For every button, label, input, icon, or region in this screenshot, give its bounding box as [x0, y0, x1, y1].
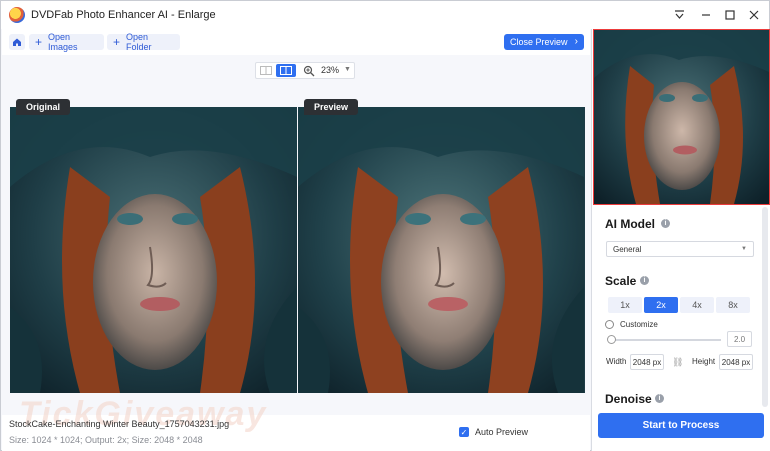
info-icon[interactable]: i: [640, 276, 649, 285]
app-logo-icon: [9, 7, 25, 23]
home-icon: [13, 38, 21, 46]
scale-option-8x[interactable]: 8x: [716, 297, 750, 313]
home-button[interactable]: [9, 34, 25, 50]
plus-icon: +: [113, 35, 121, 49]
split-view-button[interactable]: [257, 64, 275, 77]
width-label: Width: [606, 357, 627, 366]
height-label: Height: [692, 357, 716, 366]
toolbar: + Open Images + Open Folder: [2, 29, 590, 55]
auto-preview-checkbox[interactable]: ✓: [459, 427, 469, 437]
panel-scrollbar[interactable]: [762, 207, 768, 407]
ai-model-value: General: [613, 245, 642, 254]
open-images-button[interactable]: + Open Images: [29, 32, 104, 52]
scale-option-1x[interactable]: 1x: [608, 297, 642, 313]
side-by-side-icon: [280, 66, 292, 75]
plus-icon: +: [35, 35, 43, 49]
info-icon[interactable]: i: [655, 394, 664, 403]
file-details: Size: 1024 * 1024; Output: 2x; Size: 204…: [9, 435, 203, 445]
scale-title: Scale: [605, 274, 637, 288]
chevron-down-icon[interactable]: ▼: [344, 66, 351, 73]
side-by-side-view-button[interactable]: [276, 64, 296, 77]
title-bar: DVDFab Photo Enhancer AI - Enlarge: [1, 1, 769, 29]
menu-icon[interactable]: [671, 7, 687, 23]
view-controls: 23% ▼: [255, 62, 355, 79]
custom-scale-input[interactable]: 2.0: [727, 331, 752, 347]
close-icon[interactable]: [746, 7, 762, 23]
zoom-icon[interactable]: [303, 64, 316, 77]
scale-slider-track[interactable]: [609, 339, 721, 341]
height-input[interactable]: 2048 px: [719, 354, 753, 370]
window-title: DVDFab Photo Enhancer AI - Enlarge: [31, 9, 216, 21]
link-icon[interactable]: ⛓: [672, 357, 683, 368]
open-folder-button[interactable]: + Open Folder: [107, 32, 180, 52]
original-label: Original: [16, 99, 71, 115]
customize-radio[interactable]: [605, 320, 614, 329]
thumbnail-preview[interactable]: [593, 29, 770, 205]
customize-label: Customize: [620, 320, 658, 329]
close-preview-button[interactable]: Close Preview ›: [504, 34, 584, 50]
preview-image: [298, 107, 585, 393]
chevron-right-icon: ›: [574, 36, 578, 47]
minimize-icon[interactable]: [698, 7, 714, 23]
file-name: StockCake-Enchanting Winter Beauty_17570…: [9, 419, 230, 429]
denoise-title: Denoise: [605, 392, 652, 406]
open-images-label: Open Images: [48, 32, 78, 52]
preview-label: Preview: [304, 99, 359, 115]
scale-option-4x[interactable]: 4x: [680, 297, 714, 313]
app-window: DVDFab Photo Enhancer AI - Enlarge + Ope…: [0, 0, 770, 451]
start-to-process-button[interactable]: Start to Process: [598, 413, 764, 438]
settings-panel: AI Model i General ▼ Scale i 1x 2x 4x 8x…: [591, 29, 770, 451]
original-image: [10, 107, 297, 393]
scale-option-2x[interactable]: 2x: [644, 297, 678, 313]
chevron-down-icon: ▼: [741, 246, 747, 252]
auto-preview-label: Auto Preview: [475, 427, 529, 437]
scale-slider-handle[interactable]: [607, 335, 616, 344]
zoom-value[interactable]: 23%: [321, 65, 339, 75]
open-folder-label: Open Folder: [126, 32, 152, 52]
ai-model-title: AI Model: [605, 217, 655, 231]
maximize-icon[interactable]: [722, 7, 738, 23]
width-input[interactable]: 2048 px: [630, 354, 664, 370]
ai-model-select[interactable]: General ▼: [606, 241, 754, 257]
info-icon[interactable]: i: [661, 219, 670, 228]
close-preview-label: Close Preview: [510, 37, 568, 47]
split-view-icon: [260, 66, 272, 75]
